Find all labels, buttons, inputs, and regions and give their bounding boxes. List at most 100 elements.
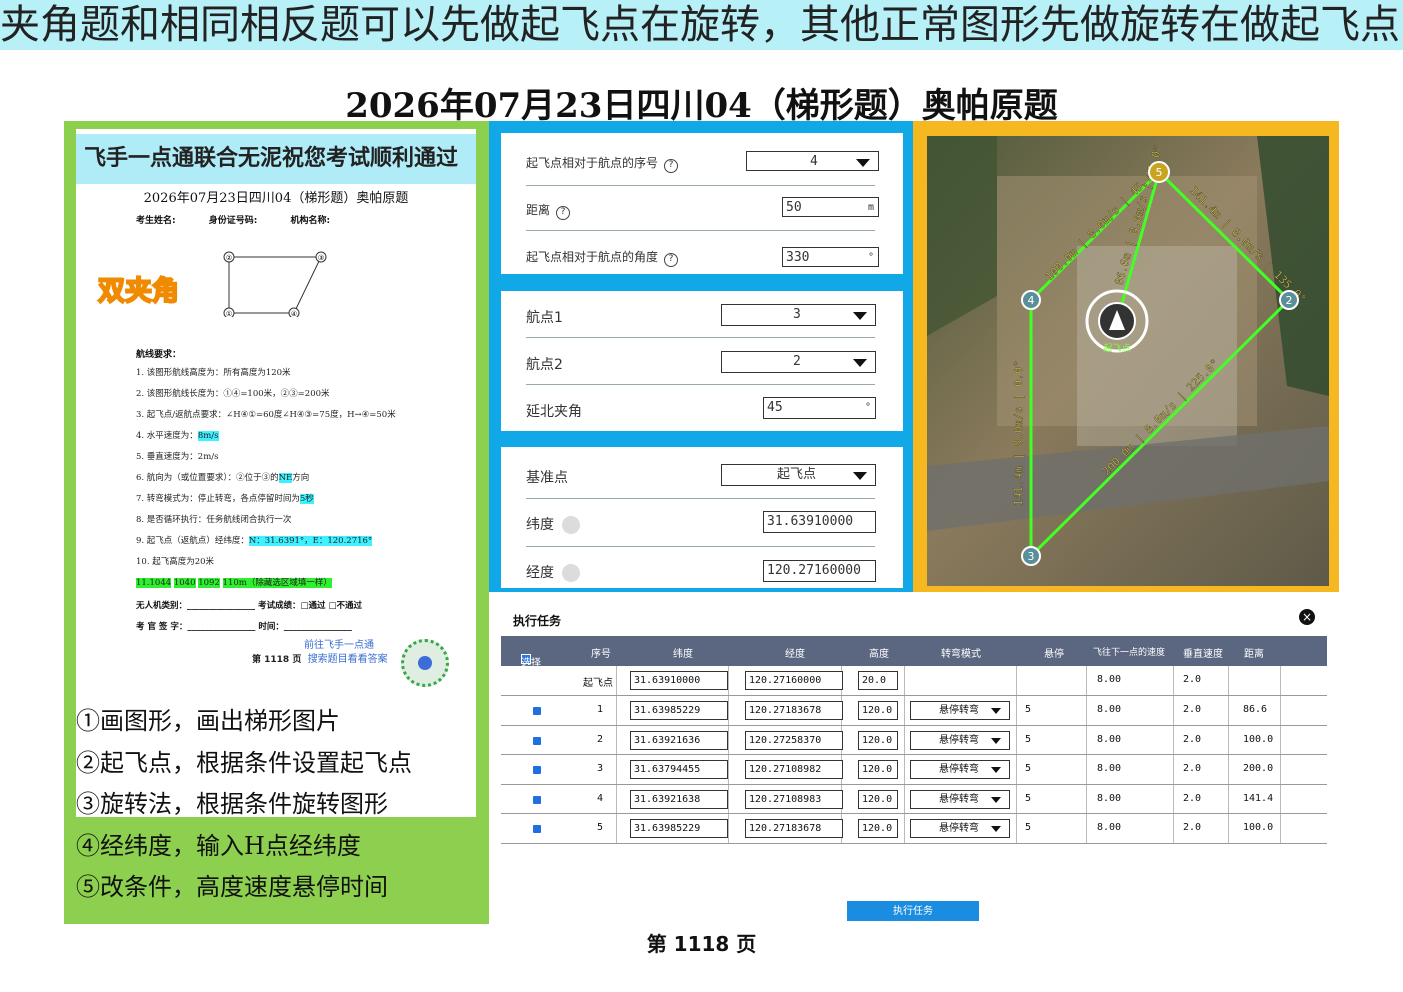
row-lat-input[interactable]: 31.63921638 (630, 789, 728, 809)
angle-input[interactable]: 330 ° (782, 247, 879, 267)
table-row: 3 31.63794455 120.27108982 120.0 悬停转弯 5 8.00 2.… (501, 755, 1327, 785)
trapezoid-diagram: ② ③ ① ④ (223, 251, 327, 317)
home-lat-input[interactable]: 31.63910000 (630, 671, 728, 690)
row-lat-input[interactable]: 31.63985229 (630, 701, 728, 720)
step-3: ③旋转法，根据条件旋转图形 (76, 790, 388, 818)
satellite-map[interactable]: 100.0m | 8.0m/s | 45.0° 200.0m | 8.0m/s … (927, 136, 1329, 586)
waypoint-5[interactable]: 5 (1148, 161, 1170, 183)
wp1-select[interactable]: 3 (721, 304, 876, 326)
row-dist: 86.6 (1243, 704, 1268, 715)
lon-input[interactable]: 120.27160000 (763, 560, 876, 582)
execute-task-dialog: 执行任务 × 选择 序号 纬度 经度 高度 转弯模式 悬停 飞往下一点的速度 垂… (489, 604, 1327, 924)
step-5: ⑤改条件，高度速度悬停时间 (76, 873, 388, 901)
seq-select[interactable]: 4 (746, 151, 879, 171)
table-row: 2 31.63921636 120.27258370 120.0 悬停转弯 5 8.00 2.… (501, 725, 1327, 756)
req-11-green: 11.1044 1040 1092 110m（除藏选区域填一样） (136, 578, 332, 588)
execute-task-button[interactable]: 执行任务 (847, 901, 979, 921)
row-alt-input[interactable]: 120.0 (858, 789, 898, 809)
base-select[interactable]: 起飞点 (721, 464, 876, 486)
row-alt-input[interactable]: 120.0 (858, 819, 898, 839)
col-alt: 高度 (869, 649, 889, 660)
wp2-label: 航点2 (526, 357, 563, 373)
svg-text:4: 4 (1028, 294, 1035, 307)
dist-input[interactable]: 50 m (782, 197, 879, 217)
north-angle-input[interactable]: 45 ° (763, 397, 876, 419)
svg-text:2: 2 (1286, 294, 1293, 307)
row-speed: 8.00 (1097, 763, 1122, 775)
row-vspeed: 2.0 (1183, 763, 1202, 775)
home-alt-input[interactable]: 20.0 (858, 671, 898, 690)
foot-link-2[interactable]: 搜索题目看看答案 (308, 654, 388, 665)
row-alt-input[interactable]: 120.0 (858, 760, 898, 780)
row-checkbox[interactable] (533, 795, 541, 804)
row-dist: 100.0 (1243, 822, 1274, 834)
row-speed: 8.00 (1097, 704, 1122, 715)
req-5: 5. 垂直速度为：2m/s (136, 452, 219, 462)
row-checkbox[interactable] (533, 766, 541, 775)
wp2-select[interactable]: 2 (721, 351, 876, 373)
row-vspeed: 2.0 (1183, 704, 1202, 715)
map-route-svg: 100.0m | 8.0m/s | 45.0° 200.0m | 8.0m/s … (927, 136, 1329, 586)
table-header: 选择 序号 纬度 经度 高度 转弯模式 悬停 飞往下一点的速度 垂直速度 距离 (501, 636, 1327, 669)
seq-label: 起飞点相对于航点的序号? (526, 154, 679, 173)
row-checkbox[interactable] (533, 825, 541, 834)
waypoint-1[interactable]: 2 (1279, 290, 1299, 310)
col-lat: 纬度 (673, 649, 693, 660)
page-number: 第 1118 页 (646, 932, 757, 956)
row-checkbox[interactable] (533, 736, 541, 745)
col-hover: 悬停 (1044, 649, 1064, 660)
rotation-form: 航点1 3 航点2 2 延北夹角 45 ° (501, 291, 903, 431)
doc-subtitle: 2026年07月23日四川04（梯形题）奥帕原题 (143, 191, 409, 206)
row-lon-input[interactable]: 120.27183678 (745, 701, 843, 720)
row-mode-select[interactable]: 悬停转弯 (910, 819, 1010, 839)
req-1: 1. 该图形航线高度为：所有高度为120米 (136, 368, 291, 378)
row-seq: 4 (597, 792, 604, 804)
row-hover: 5 (1025, 792, 1032, 804)
waypoint-4[interactable]: 4 (1021, 290, 1041, 310)
foot-link-1[interactable]: 前往飞手一点通 (252, 639, 388, 652)
dist-label: 距离? (526, 201, 571, 220)
settings-panel: 起飞点相对于航点的序号? 4 距离? 50 m 起飞点相对于航点的角度? 330 °… (489, 121, 913, 592)
table-row: 5 31.63985229 120.27183678 120.0 悬停转弯 5 8.00 2.… (501, 814, 1327, 844)
lat-input[interactable]: 31.63910000 (763, 511, 876, 533)
shape-label-1: ① (226, 310, 232, 317)
row-vspeed: 2.0 (1183, 822, 1202, 834)
shape-label-3: ③ (318, 254, 324, 262)
row-dist: 141.4 (1243, 792, 1274, 804)
row-lat-input[interactable]: 31.63985229 (630, 819, 728, 839)
home-lon-input[interactable]: 120.27160000 (745, 671, 843, 690)
row-mode-select[interactable]: 悬停转弯 (910, 730, 1010, 750)
col-seq: 序号 (591, 649, 611, 660)
field-name: 考生姓名: (136, 216, 176, 226)
help-icon: ? (556, 206, 571, 220)
row-mode-select[interactable]: 悬停转弯 (910, 760, 1010, 780)
svg-text:3: 3 (1028, 550, 1035, 563)
row-vspeed: 2.0 (1183, 792, 1202, 804)
step-4: ④经纬度，输入H点经纬度 (76, 831, 361, 860)
table-row-home: 起飞点 31.63910000 120.27160000 20.0 8.00 2… (501, 666, 1327, 696)
row-checkbox[interactable] (533, 707, 541, 715)
row-lon-input[interactable]: 120.27108983 (745, 789, 843, 809)
svg-text:5: 5 (1156, 166, 1163, 179)
row-lat-input[interactable]: 31.63794455 (630, 760, 728, 780)
shape-label-2: ② (226, 254, 232, 262)
qr-code-icon[interactable] (401, 639, 449, 687)
row-mode-select[interactable]: 悬停转弯 (910, 701, 1010, 720)
field-id: 身份证号码: (208, 216, 258, 226)
row-alt-input[interactable]: 120.0 (858, 730, 898, 750)
row-seq: 3 (597, 763, 604, 775)
shape-label-4: ④ (291, 310, 297, 317)
col-lon: 经度 (785, 649, 805, 660)
row-lon-input[interactable]: 120.27183678 (745, 819, 843, 839)
row-lat-input[interactable]: 31.63921636 (630, 730, 728, 750)
waypoint-3[interactable]: 3 (1021, 546, 1041, 566)
row-alt-input[interactable]: 120.0 (858, 701, 898, 720)
row-lon-input[interactable]: 120.27258370 (745, 730, 843, 750)
row-lon-input[interactable]: 120.27108982 (745, 760, 843, 780)
req-2: 2. 该图形航线长度为：①④=100米，②③=200米 (136, 389, 330, 399)
takeoff-relative-form: 起飞点相对于航点的序号? 4 距离? 50 m 起飞点相对于航点的角度? 330 ° (501, 133, 903, 274)
row-mode-select[interactable]: 悬停转弯 (910, 789, 1010, 809)
close-icon[interactable]: × (1299, 609, 1315, 625)
row-seq: 1 (597, 704, 604, 715)
row-speed: 8.00 (1097, 792, 1122, 804)
